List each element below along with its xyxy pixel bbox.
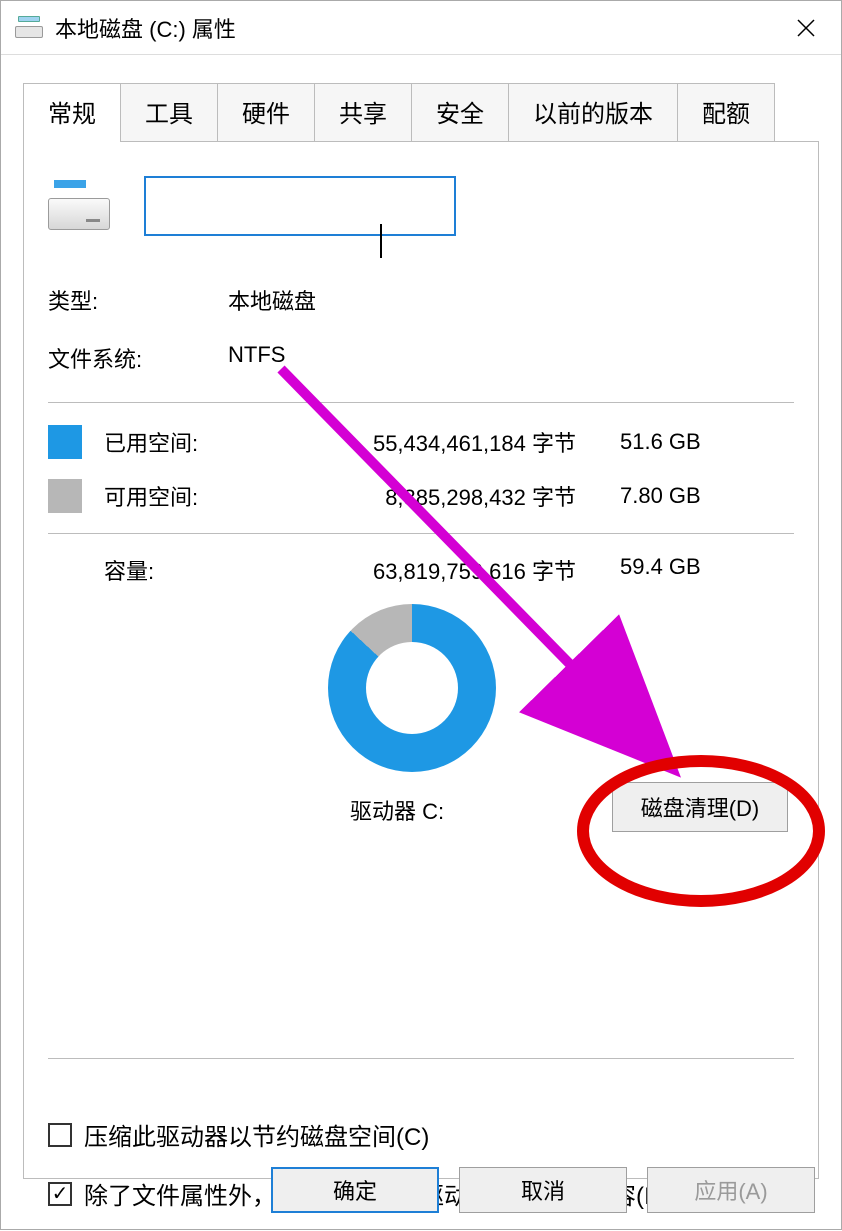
tab-quota[interactable]: 配额 [677, 83, 775, 141]
apply-button[interactable]: 应用(A) [647, 1167, 815, 1213]
compress-checkbox[interactable] [48, 1123, 72, 1147]
free-swatch [48, 479, 82, 513]
window-title: 本地磁盘 (C:) 属性 [55, 12, 236, 44]
capacity-bytes: 63,819,759,616 字节 [314, 554, 584, 586]
type-value: 本地磁盘 [228, 284, 316, 316]
capacity-label: 容量: [48, 554, 314, 586]
panel-general: 类型: 本地磁盘 文件系统: NTFS 已用空间: 55,434,461,184… [23, 141, 819, 1179]
drive-label: 驱动器 C: [350, 794, 444, 826]
dialog-footer: 确定 取消 应用(A) [1, 1151, 841, 1229]
drive-large-icon [48, 182, 110, 230]
type-label: 类型: [48, 284, 228, 316]
compress-label: 压缩此驱动器以节约磁盘空间(C) [84, 1117, 429, 1152]
used-bytes: 55,434,461,184 字节 [314, 426, 584, 458]
used-space-row: 已用空间: 55,434,461,184 字节 51.6 GB [48, 425, 794, 459]
tab-bar: 常规 工具 硬件 共享 安全 以前的版本 配额 [23, 83, 841, 141]
tab-general[interactable]: 常规 [23, 83, 121, 141]
free-label: 可用空间: [104, 480, 314, 512]
free-space-row: 可用空间: 8,385,298,432 字节 7.80 GB [48, 479, 794, 513]
ok-button[interactable]: 确定 [271, 1167, 439, 1213]
disk-cleanup-button[interactable]: 磁盘清理(D) [612, 782, 788, 832]
titlebar: 本地磁盘 (C:) 属性 [1, 1, 841, 55]
capacity-row: 容量: 63,819,759,616 字节 59.4 GB [48, 554, 794, 586]
free-bytes: 8,385,298,432 字节 [314, 480, 584, 512]
cancel-button[interactable]: 取消 [459, 1167, 627, 1213]
volume-name-input[interactable] [144, 176, 456, 236]
used-swatch [48, 425, 82, 459]
tab-sharing[interactable]: 共享 [314, 83, 412, 141]
close-icon[interactable] [781, 8, 831, 48]
usage-donut-chart [328, 604, 496, 772]
capacity-gb: 59.4 GB [584, 554, 724, 586]
tab-tools[interactable]: 工具 [120, 83, 218, 141]
used-gb: 51.6 GB [584, 429, 724, 455]
used-label: 已用空间: [104, 426, 314, 458]
filesystem-label: 文件系统: [48, 342, 228, 374]
tab-previous-versions[interactable]: 以前的版本 [508, 83, 678, 141]
tab-security[interactable]: 安全 [411, 83, 509, 141]
free-gb: 7.80 GB [584, 483, 724, 509]
tab-hardware[interactable]: 硬件 [217, 83, 315, 141]
filesystem-value: NTFS [228, 342, 285, 374]
drive-icon [15, 18, 43, 38]
